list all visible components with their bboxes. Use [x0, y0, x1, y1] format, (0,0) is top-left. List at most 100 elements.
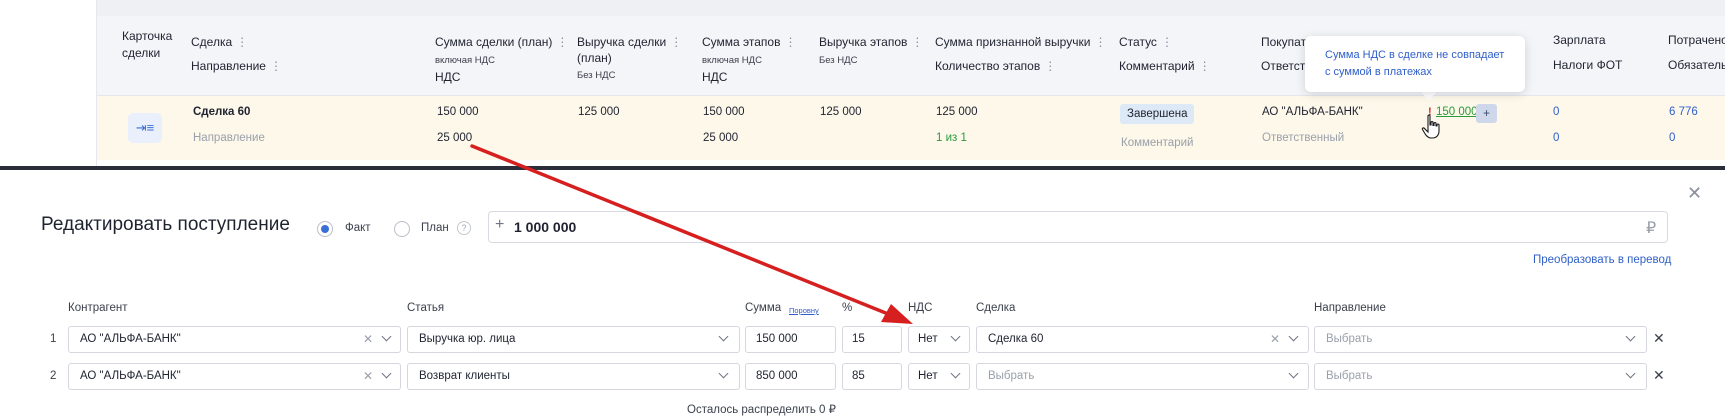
header-comment[interactable]: Комментарий ⋮: [1119, 59, 1211, 73]
responsible-placeholder[interactable]: Ответственный: [1262, 132, 1344, 144]
header-deal-revenue-plan[interactable]: Выручка сделки ⋮: [577, 35, 682, 49]
comment-placeholder[interactable]: Комментарий: [1121, 137, 1193, 149]
amount-value[interactable]: 1 000 000: [514, 219, 576, 235]
hand-cursor-icon: [1421, 114, 1440, 139]
modal-title: Редактировать поступление: [41, 214, 290, 235]
header-status[interactable]: Статус ⋮: [1119, 35, 1173, 49]
column-menu-icon[interactable]: ⋮: [556, 35, 568, 49]
vat-value: Нет: [918, 333, 938, 345]
deal-revenue-value: 125 000: [578, 106, 620, 118]
radio-plan[interactable]: [394, 221, 410, 237]
header-stages-sum[interactable]: Сумма этапов ⋮: [702, 35, 796, 49]
header-deal-sum-plan[interactable]: Сумма сделки (план) ⋮: [435, 35, 568, 49]
vat-value: Нет: [918, 370, 938, 382]
column-menu-icon[interactable]: ⋮: [1199, 59, 1211, 73]
plus-sign-icon[interactable]: +: [495, 216, 504, 234]
column-menu-icon[interactable]: ⋮: [1044, 59, 1056, 73]
col-direction: Направление: [1314, 302, 1386, 314]
col-counterparty: Контрагент: [68, 302, 128, 314]
close-icon[interactable]: ✕: [1687, 183, 1702, 204]
vat-mismatch-tooltip: Сумма НДС в сделке не совпадает с суммой…: [1305, 36, 1525, 92]
recognized-value: 125 000: [936, 106, 978, 118]
deal-value: Выбрать: [988, 370, 1035, 382]
radio-fact[interactable]: [317, 221, 333, 237]
header-deal-revenue-plan-line2: (план): [577, 51, 612, 65]
percent-input[interactable]: [842, 326, 902, 353]
table-left-gutter: [0, 0, 97, 170]
header-direction[interactable]: Направление ⋮: [191, 59, 282, 73]
col-percent: %: [842, 302, 853, 314]
header-stages-vat: НДС: [702, 70, 728, 84]
help-icon[interactable]: ?: [457, 221, 471, 235]
direction-value: Выбрать: [1326, 333, 1373, 345]
deal-value: Сделка 60: [988, 333, 1044, 345]
header-stages-no-vat: Без НДС: [819, 55, 858, 66]
buyer-value[interactable]: АО "АЛЬФА-БАНК": [1262, 106, 1363, 118]
header-payroll-taxes[interactable]: Налоги ФОТ: [1553, 58, 1622, 72]
deal-sum-value: 150 000: [437, 106, 479, 118]
article-value: Возврат клиенты: [419, 370, 510, 382]
column-menu-icon[interactable]: ⋮: [670, 35, 682, 49]
header-recognized-revenue[interactable]: Сумма признанной выручки ⋮: [935, 35, 1106, 49]
row-number: 2: [50, 370, 57, 382]
column-menu-icon[interactable]: ⋮: [236, 35, 248, 49]
header-card-line1: Карточка: [122, 29, 173, 43]
header-obligations[interactable]: Обязатель: [1668, 58, 1725, 72]
header-deal[interactable]: Сделка ⋮: [191, 35, 248, 49]
direction-value: Выбрать: [1326, 370, 1373, 382]
status-badge[interactable]: Завершена: [1120, 104, 1195, 124]
column-menu-icon[interactable]: ⋮: [1161, 35, 1173, 49]
header-salary[interactable]: Зарплата: [1553, 33, 1606, 47]
percent-input[interactable]: [842, 363, 902, 390]
stages-sum-value: 150 000: [703, 106, 745, 118]
obligations-value[interactable]: 0: [1669, 132, 1675, 144]
col-deal: Сделка: [976, 302, 1016, 314]
clear-icon[interactable]: ✕: [363, 369, 373, 383]
header-stages-count[interactable]: Количество этапов ⋮: [935, 59, 1056, 73]
open-card-icon: ⇥≡: [135, 120, 155, 135]
counterparty-value: АО "АЛЬФА-БАНК": [80, 333, 181, 345]
evenly-link[interactable]: Поровну: [789, 306, 819, 315]
stages-vat-value: 25 000: [703, 132, 739, 144]
payroll-taxes-value[interactable]: 0: [1553, 132, 1559, 144]
col-vat: НДС: [908, 302, 933, 314]
delete-row-icon[interactable]: ✕: [1653, 330, 1665, 347]
counterparty-value: АО "АЛЬФА-БАНК": [80, 370, 181, 382]
header-vat: НДС: [435, 70, 461, 84]
radio-plan-label[interactable]: План: [421, 222, 449, 234]
radio-fact-label[interactable]: Факт: [345, 222, 371, 234]
percent-value: 85: [852, 370, 865, 382]
article-value: Выручка юр. лица: [419, 333, 516, 345]
col-article: Статья: [407, 302, 445, 314]
direction-placeholder[interactable]: Направление: [193, 132, 265, 144]
column-menu-icon[interactable]: ⋮: [911, 35, 923, 49]
percent-value: 15: [852, 333, 865, 345]
add-button[interactable]: +: [1476, 104, 1497, 123]
remaining-to-distribute: Осталось распределить 0 ₽: [687, 404, 836, 416]
header-stages-incl-vat: включая НДС: [702, 55, 762, 66]
amount-input[interactable]: [488, 211, 1668, 243]
spent-value[interactable]: 6 776: [1669, 106, 1698, 118]
column-menu-icon[interactable]: ⋮: [1094, 35, 1106, 49]
ruble-icon: ₽: [1646, 220, 1657, 237]
stages-revenue-value: 125 000: [820, 106, 862, 118]
convert-to-transfer-link[interactable]: Преобразовать в перевод: [1533, 254, 1671, 266]
row-number: 1: [50, 333, 57, 345]
clear-icon[interactable]: ✕: [1270, 332, 1280, 346]
deal-name[interactable]: Сделка 60: [193, 106, 250, 118]
header-responsible[interactable]: Ответств: [1261, 59, 1312, 73]
sum-value: 150 000: [756, 333, 798, 345]
header-stages-revenue[interactable]: Выручка этапов ⋮: [819, 35, 923, 49]
header-buyer[interactable]: Покупат: [1261, 35, 1306, 49]
delete-row-icon[interactable]: ✕: [1653, 367, 1665, 384]
col-sum: Сумма: [745, 302, 782, 314]
column-menu-icon[interactable]: ⋮: [784, 35, 796, 49]
header-spent[interactable]: Потрачено: [1668, 33, 1725, 47]
header-incl-vat: включая НДС: [435, 55, 495, 66]
column-menu-icon[interactable]: ⋮: [270, 59, 282, 73]
open-deal-card-button[interactable]: ⇥≡: [128, 113, 162, 143]
table-top-strip: [97, 0, 1725, 16]
clear-icon[interactable]: ✕: [363, 332, 373, 346]
header-card-line2: сделки: [122, 46, 161, 60]
salary-value[interactable]: 0: [1553, 106, 1559, 118]
